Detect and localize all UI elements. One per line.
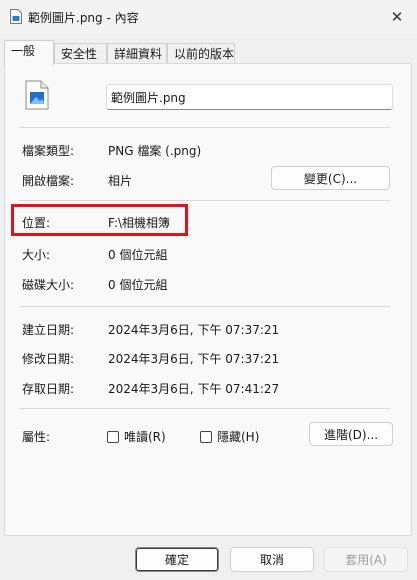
tab-security[interactable]: 安全性 <box>54 43 107 63</box>
tab-previous-versions[interactable]: 以前的版本 <box>167 43 235 63</box>
separator <box>19 408 390 409</box>
readonly-checkbox-label: 唯讀(R) <box>124 430 166 444</box>
close-icon: ✕ <box>390 8 404 26</box>
file-type-label: 檔案類型: <box>22 144 75 158</box>
general-tab-panel <box>4 63 412 536</box>
size-on-disk-label: 磁碟大小: <box>22 278 75 292</box>
separator <box>19 200 390 201</box>
cancel-button[interactable]: 取消 <box>230 547 314 572</box>
hidden-checkbox[interactable]: 隱藏(H) <box>200 428 259 445</box>
file-name-field[interactable] <box>106 84 393 110</box>
hidden-checkbox-box[interactable] <box>200 430 212 443</box>
size-on-disk-value: 0 個位元組 <box>108 278 168 292</box>
advanced-button[interactable]: 進階(D)... <box>309 422 393 446</box>
title-bar: 範例圖片.png - 內容 ✕ <box>0 0 417 34</box>
readonly-checkbox[interactable]: 唯讀(R) <box>107 428 166 445</box>
tab-general[interactable]: 一般 <box>4 40 54 65</box>
created-value: 2024年3月6日, 下午 07:37:21 <box>108 323 280 337</box>
location-value: F:\相機相簿 <box>108 216 171 230</box>
png-image-file-icon <box>25 80 49 110</box>
ok-button[interactable]: 確定 <box>135 547 219 572</box>
tab-bar: 一般 安全性 詳細資料 以前的版本 <box>0 40 417 65</box>
image-file-icon <box>10 9 22 24</box>
change-button[interactable]: 變更(C)... <box>271 166 390 190</box>
modified-label: 修改日期: <box>22 352 75 366</box>
apply-button[interactable]: 套用(A) <box>324 547 408 572</box>
file-type-value: PNG 檔案 (.png) <box>108 144 202 158</box>
separator <box>19 127 390 128</box>
hidden-checkbox-label: 隱藏(H) <box>217 430 260 444</box>
attributes-label: 屬性: <box>22 430 51 444</box>
window-title: 範例圖片.png - 內容 <box>28 11 139 25</box>
accessed-value: 2024年3月6日, 下午 07:41:27 <box>108 382 280 396</box>
location-label: 位置: <box>22 216 51 230</box>
readonly-checkbox-box[interactable] <box>107 430 119 443</box>
accessed-label: 存取日期: <box>22 382 75 396</box>
size-value: 0 個位元組 <box>108 248 168 262</box>
opens-with-label: 開啟檔案: <box>22 174 75 188</box>
modified-value: 2024年3月6日, 下午 07:37:21 <box>108 352 280 366</box>
opens-with-value: 相片 <box>108 174 133 188</box>
close-button[interactable]: ✕ <box>383 4 411 30</box>
size-label: 大小: <box>22 248 51 262</box>
tab-details[interactable]: 詳細資料 <box>107 43 167 63</box>
created-label: 建立日期: <box>22 323 75 337</box>
separator <box>19 306 390 307</box>
